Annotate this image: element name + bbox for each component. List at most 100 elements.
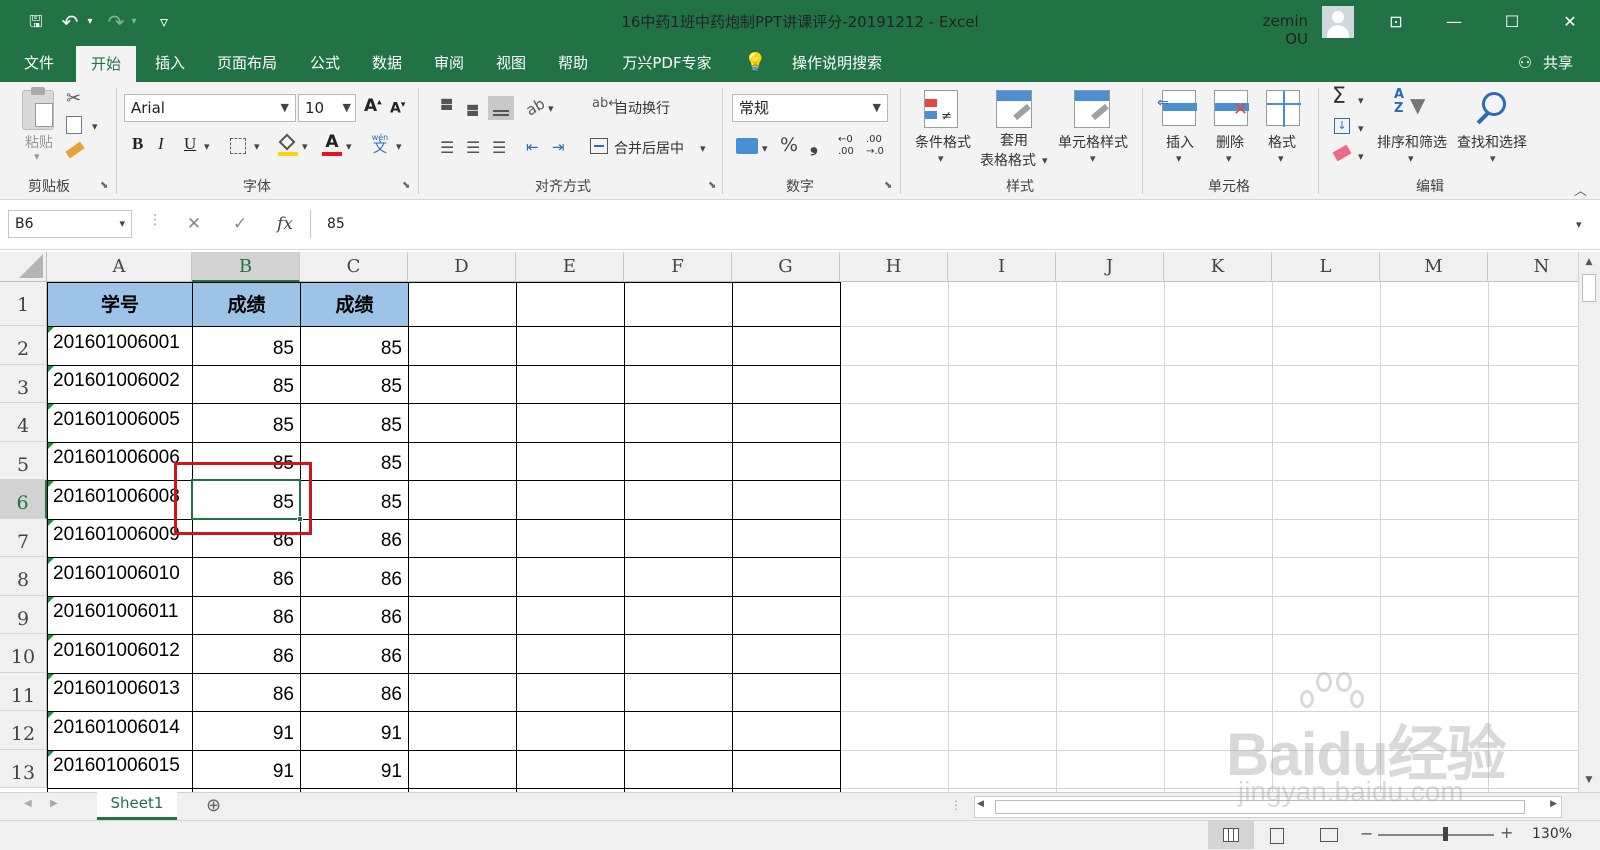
delete-cells-icon[interactable]: ✕ bbox=[1214, 90, 1249, 126]
score-cell[interactable]: 86 bbox=[300, 519, 402, 557]
align-center-icon[interactable]: ☰ bbox=[466, 138, 480, 157]
row-header-4[interactable]: 4 bbox=[0, 403, 47, 442]
header-cell[interactable]: 成绩 bbox=[301, 283, 408, 326]
borders-icon[interactable] bbox=[230, 138, 246, 154]
autosum-icon[interactable]: Σ bbox=[1332, 84, 1346, 109]
score-cell[interactable]: 85 bbox=[192, 326, 294, 365]
formula-input[interactable]: 85 bbox=[310, 210, 1590, 238]
header-cell[interactable]: 学号 bbox=[48, 283, 192, 326]
fill-dropdown-icon[interactable]: ▾ bbox=[1358, 122, 1364, 135]
find-select-icon[interactable] bbox=[1472, 90, 1512, 130]
format-cells-button[interactable]: 格式 bbox=[1262, 132, 1302, 152]
scroll-left-icon[interactable]: ◀ bbox=[977, 799, 984, 809]
increase-decimal-icon[interactable]: ←0.00 bbox=[838, 134, 854, 158]
decrease-indent-icon[interactable]: ⇤ bbox=[526, 138, 539, 156]
column-header-i[interactable]: I bbox=[948, 252, 1056, 282]
tab-formulas[interactable]: 公式 bbox=[298, 44, 352, 82]
underline-dropdown-icon[interactable]: ▾ bbox=[204, 140, 210, 153]
fill-color-icon[interactable] bbox=[278, 133, 298, 156]
column-header-e[interactable]: E bbox=[516, 252, 624, 282]
insert-cells-dropdown-icon[interactable]: ▾ bbox=[1176, 152, 1182, 165]
format-as-table-icon[interactable] bbox=[996, 90, 1032, 128]
score-cell[interactable]: 86 bbox=[300, 596, 402, 634]
lightbulb-icon[interactable]: 💡 bbox=[744, 44, 766, 82]
sort-filter-dropdown-icon[interactable]: ▾ bbox=[1408, 152, 1414, 165]
score-cell[interactable]: 85 bbox=[192, 365, 294, 403]
tab-help[interactable]: 帮助 bbox=[546, 44, 600, 82]
score-cell[interactable]: 85 bbox=[300, 365, 402, 403]
cell-styles-icon[interactable] bbox=[1074, 90, 1110, 128]
minimize-button[interactable]: — bbox=[1430, 0, 1478, 44]
header-cell[interactable]: 成绩 bbox=[193, 283, 300, 326]
add-sheet-icon[interactable]: ⊕ bbox=[206, 795, 221, 816]
zoom-out-button[interactable]: − bbox=[1360, 824, 1373, 843]
user-name[interactable]: zemin OU bbox=[1238, 12, 1308, 48]
shrink-font-icon[interactable]: A▾ bbox=[390, 100, 405, 117]
score-cell[interactable]: 91 bbox=[192, 750, 294, 788]
sort-filter-icon[interactable]: A Z ▼ bbox=[1394, 88, 1434, 126]
close-button[interactable]: ✕ bbox=[1546, 0, 1594, 44]
wrap-text-button[interactable]: 自动换行 bbox=[614, 98, 670, 118]
score-cell[interactable]: 85 bbox=[300, 403, 402, 442]
paste-icon[interactable] bbox=[22, 87, 54, 130]
next-sheet-icon[interactable]: ▶ bbox=[50, 798, 58, 809]
fill-icon[interactable]: ↓ bbox=[1334, 118, 1350, 134]
row-header-12[interactable]: 12 bbox=[0, 711, 47, 750]
score-cell[interactable]: 85 bbox=[192, 403, 294, 442]
align-left-icon[interactable]: ☰ bbox=[440, 138, 454, 157]
undo-icon[interactable]: ↶ bbox=[58, 0, 82, 44]
tab-home[interactable]: 开始 bbox=[76, 46, 136, 82]
score-cell[interactable]: 86 bbox=[192, 673, 294, 711]
redo-dropdown-icon[interactable]: ▾ bbox=[128, 0, 140, 44]
alignment-launcher-icon[interactable]: ⬊ bbox=[708, 180, 716, 191]
prev-sheet-icon[interactable]: ◀ bbox=[24, 798, 32, 809]
undo-dropdown-icon[interactable]: ▾ bbox=[84, 0, 96, 44]
merge-center-button[interactable]: 合并后居中 bbox=[614, 138, 684, 158]
format-as-table-label[interactable]: 表格格式 bbox=[976, 150, 1040, 170]
page-layout-view-button[interactable] bbox=[1270, 828, 1284, 844]
tab-data[interactable]: 数据 bbox=[360, 44, 414, 82]
collapse-ribbon-icon[interactable]: ︿ bbox=[1574, 180, 1587, 199]
column-header-d[interactable]: D bbox=[408, 252, 516, 282]
format-cells-dropdown-icon[interactable]: ▾ bbox=[1278, 152, 1284, 165]
column-header-m[interactable]: M bbox=[1380, 252, 1488, 282]
score-cell[interactable]: 86 bbox=[300, 673, 402, 711]
scroll-up-icon[interactable]: ▲ bbox=[1581, 254, 1597, 270]
scroll-down-icon[interactable]: ▼ bbox=[1581, 772, 1597, 788]
find-select-button[interactable]: 查找和选择 bbox=[1454, 132, 1530, 152]
save-icon[interactable]: 🖫 bbox=[22, 0, 50, 44]
column-header-b[interactable]: B bbox=[192, 252, 300, 282]
cell-styles-dropdown-icon[interactable]: ▾ bbox=[1090, 152, 1096, 165]
find-select-dropdown-icon[interactable]: ▾ bbox=[1490, 152, 1496, 165]
font-name-combo[interactable]: Arial ▼ bbox=[124, 94, 296, 122]
column-header-c[interactable]: C bbox=[300, 252, 408, 282]
student-id-cell[interactable]: 201601006011 bbox=[53, 596, 178, 634]
student-id-cell[interactable]: 201601006013 bbox=[53, 673, 180, 711]
fill-color-dropdown-icon[interactable]: ▾ bbox=[302, 140, 308, 153]
scroll-right-icon[interactable]: ▶ bbox=[1550, 799, 1557, 809]
customize-qat-icon[interactable]: ▿ bbox=[152, 0, 176, 44]
cell-styles-button[interactable]: 单元格样式 bbox=[1050, 132, 1136, 152]
name-box[interactable]: B6 ▾ bbox=[8, 210, 132, 238]
column-header-f[interactable]: F bbox=[624, 252, 732, 282]
paste-dropdown-icon[interactable]: ▾ bbox=[34, 150, 40, 163]
score-cell[interactable]: 86 bbox=[192, 596, 294, 634]
share-icon[interactable]: ⚇ bbox=[1514, 44, 1536, 82]
underline-button[interactable]: U bbox=[184, 134, 196, 154]
score-cell[interactable]: 91 bbox=[192, 711, 294, 750]
row-header-6[interactable]: 6 bbox=[0, 480, 47, 519]
row-header-7[interactable]: 7 bbox=[0, 519, 47, 557]
row-header-5[interactable]: 5 bbox=[0, 442, 47, 480]
font-launcher-icon[interactable]: ⬊ bbox=[402, 180, 410, 191]
align-bottom-icon[interactable] bbox=[488, 96, 514, 120]
share-button[interactable]: 共享 bbox=[1538, 44, 1578, 82]
student-id-cell[interactable]: 201601006005 bbox=[53, 403, 180, 442]
ribbon-display-icon[interactable]: ⊡ bbox=[1372, 0, 1420, 44]
clipboard-launcher-icon[interactable]: ⬊ bbox=[100, 180, 108, 191]
conditional-formatting-button[interactable]: 条件格式 bbox=[908, 132, 978, 152]
format-as-table-dropdown-icon[interactable]: ▾ bbox=[1042, 154, 1048, 167]
tell-me-search[interactable]: 操作说明搜索 bbox=[774, 44, 900, 82]
avatar[interactable] bbox=[1322, 6, 1354, 38]
percent-button[interactable]: % bbox=[780, 134, 798, 156]
zoom-level[interactable]: 130% bbox=[1532, 826, 1572, 842]
